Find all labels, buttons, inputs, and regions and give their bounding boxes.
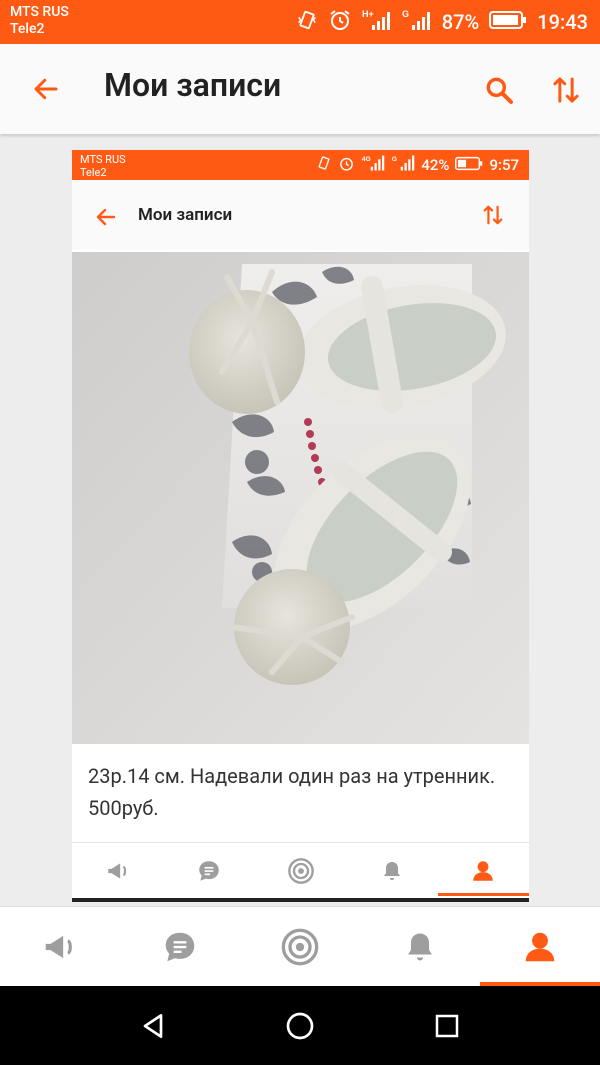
- embedded-nav-profile: [437, 843, 529, 898]
- status-bar: MTS RUS Tele2 H+ G 87% 19:43: [0, 0, 600, 44]
- embedded-signal-g-icon: G: [391, 154, 415, 176]
- post-description: 23р.14 см. Надевали один раз на утренник…: [88, 764, 496, 820]
- embedded-carrier-1: MTS RUS: [80, 153, 126, 166]
- nav-messages[interactable]: [120, 907, 240, 986]
- system-nav-bar: [0, 986, 600, 1065]
- profile-icon: [525, 932, 555, 961]
- sort-button[interactable]: [545, 69, 587, 111]
- search-icon: [486, 77, 513, 104]
- embedded-status-bar: MTS RUS Tele2 4G G 42% 9:57: [72, 150, 529, 180]
- carrier-info: MTS RUS Tele2: [10, 4, 69, 38]
- nav-notifications[interactable]: [360, 907, 480, 986]
- embedded-nav-messages: [163, 843, 254, 898]
- clock: 19:43: [537, 10, 588, 34]
- embedded-bottom-edge: [72, 898, 529, 902]
- embedded-toolbar: Мои записи: [72, 180, 529, 250]
- embedded-carrier-info: MTS RUS Tele2: [80, 153, 126, 179]
- back-triangle-icon: [143, 1013, 163, 1038]
- embedded-arrow-left-icon: [96, 208, 116, 226]
- arrow-left-icon: [34, 78, 58, 100]
- home-circle-icon: [286, 1012, 314, 1039]
- system-back-button[interactable]: [123, 996, 183, 1056]
- search-button[interactable]: [478, 69, 520, 111]
- embedded-battery-percent: 42%: [421, 156, 450, 174]
- carrier-name-2: Tele2: [10, 21, 45, 37]
- embedded-bottom-nav: [72, 842, 529, 898]
- embedded-alarm-icon: [338, 155, 355, 176]
- carrier-name-1: MTS RUS: [10, 4, 69, 20]
- embedded-battery-icon: [455, 156, 483, 175]
- nav-ads[interactable]: [0, 907, 120, 986]
- bell-icon: [383, 861, 400, 880]
- profile-icon: [473, 860, 494, 881]
- embedded-vibrate-icon: [316, 155, 332, 175]
- nav-profile[interactable]: [480, 907, 600, 986]
- page-title: Мои записи: [104, 66, 282, 104]
- svg-text:H+: H+: [362, 9, 374, 19]
- vibrate-icon: [296, 9, 318, 35]
- battery-percent: 87%: [441, 10, 480, 34]
- battery-icon: [489, 10, 527, 34]
- bottom-nav: [0, 906, 600, 986]
- chat-icon: [199, 860, 219, 881]
- embedded-carrier-2: Tele2: [80, 166, 107, 179]
- nav-target[interactable]: [240, 907, 360, 986]
- svg-text:G: G: [392, 156, 397, 163]
- target-icon: [287, 857, 314, 884]
- back-button[interactable]: [26, 69, 66, 109]
- megaphone-icon: [107, 862, 126, 879]
- alarm-icon: [328, 8, 352, 36]
- embedded-clock: 9:57: [489, 156, 519, 174]
- app-toolbar: Мои записи: [0, 44, 600, 134]
- svg-text:4G: 4G: [362, 156, 371, 163]
- bell-icon: [408, 933, 432, 960]
- product-photo: [72, 252, 529, 744]
- sort-arrows-icon: [553, 77, 579, 103]
- embedded-nav-target: [255, 843, 346, 898]
- embedded-sort-arrows-icon: [483, 205, 503, 225]
- system-recents-button[interactable]: [417, 996, 477, 1056]
- recents-square-icon: [435, 1014, 458, 1037]
- embedded-page-title: Мои записи: [138, 205, 233, 225]
- embedded-signal-4g-icon: 4G: [361, 154, 385, 176]
- signal-g-icon: G: [402, 8, 432, 36]
- embedded-nav-notifications: [346, 843, 437, 898]
- embedded-nav-ads: [72, 843, 163, 898]
- post-image-screenshot[interactable]: MTS RUS Tele2 4G G 42% 9:57 Мои записи 2…: [72, 150, 529, 902]
- target-icon: [281, 928, 319, 965]
- megaphone-icon: [45, 935, 72, 958]
- system-home-button[interactable]: [270, 996, 330, 1056]
- signal-h-plus-icon: H+: [362, 8, 392, 36]
- svg-text:G: G: [402, 9, 409, 19]
- chat-icon: [165, 932, 195, 961]
